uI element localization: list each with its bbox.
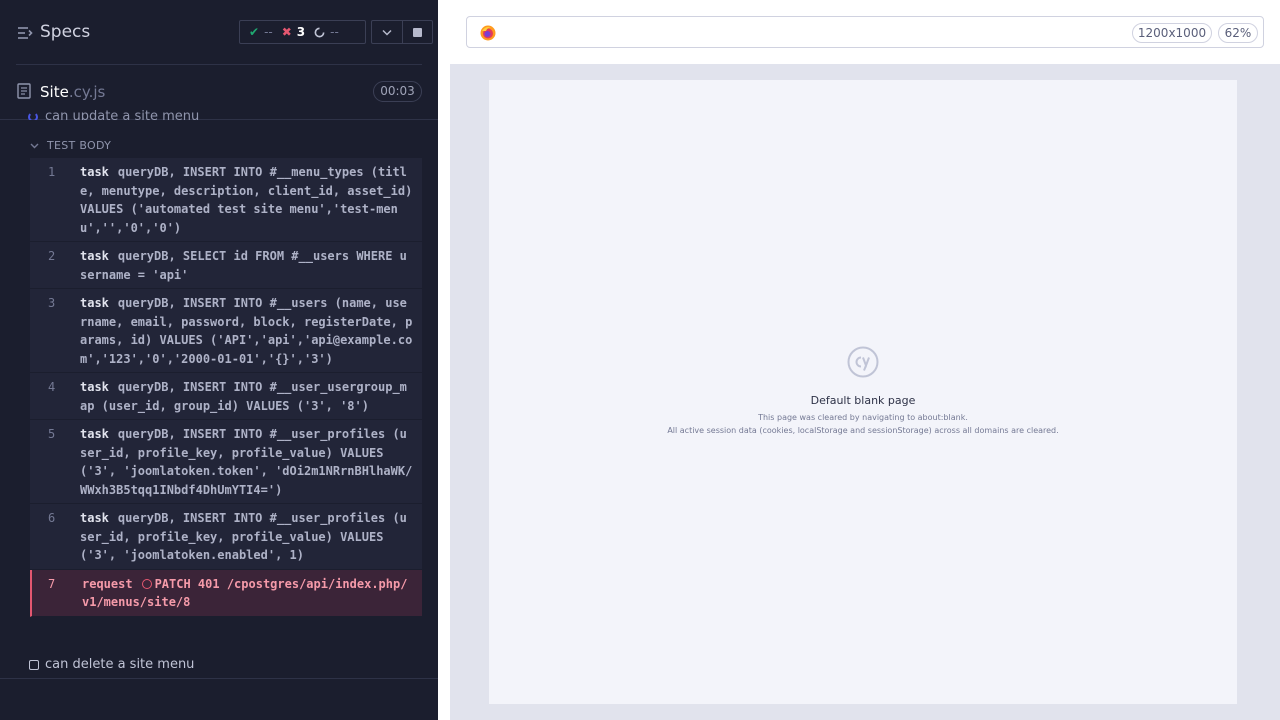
expand-toggle-button[interactable] bbox=[372, 21, 402, 43]
stat-failed: ✖ 3 bbox=[282, 25, 305, 39]
specs-title[interactable]: Specs bbox=[40, 22, 90, 42]
command-row[interactable]: 5 task queryDB, INSERT INTO #__user_profi… bbox=[30, 420, 422, 504]
failed-count: 3 bbox=[296, 25, 306, 39]
running-spinner-icon bbox=[28, 112, 38, 120]
cypress-logo-icon bbox=[847, 346, 879, 378]
zoom-level-badge[interactable]: 62% bbox=[1218, 23, 1258, 43]
command-number: 1 bbox=[48, 165, 56, 179]
command-name: task bbox=[80, 427, 109, 441]
command-row[interactable]: 3 task queryDB, INSERT INTO #__users (nam… bbox=[30, 289, 422, 373]
document-icon bbox=[17, 83, 31, 99]
url-bar[interactable]: 1200x1000 62% bbox=[466, 16, 1264, 48]
run-controls bbox=[371, 20, 433, 44]
command-row[interactable]: 4 task queryDB, INSERT INTO #__user_userg… bbox=[30, 373, 422, 420]
check-icon: ✔ bbox=[249, 25, 260, 39]
command-message: queryDB, INSERT INTO #__menu_types (titl… bbox=[80, 165, 420, 235]
command-row-failed[interactable]: 7 request PATCH 401 /cpostgres/api/index.… bbox=[30, 569, 422, 617]
command-number: 7 bbox=[48, 576, 56, 591]
spinner-icon bbox=[314, 27, 325, 37]
command-name: task bbox=[80, 249, 109, 263]
command-name: task bbox=[80, 165, 109, 179]
command-number: 3 bbox=[48, 296, 56, 310]
divider bbox=[0, 678, 438, 679]
command-message: queryDB, INSERT INTO #__user_usergroup_m… bbox=[80, 380, 407, 413]
command-list: 1 task queryDB, INSERT INTO #__menu_types… bbox=[30, 158, 422, 617]
test-title: can delete a site menu bbox=[45, 657, 195, 672]
spec-base-name: Site bbox=[40, 83, 69, 101]
spec-file-name[interactable]: Site.cy.js bbox=[40, 83, 105, 101]
specs-list-icon[interactable] bbox=[17, 25, 33, 41]
blank-page-description: This page was cleared by navigating to a… bbox=[758, 413, 968, 422]
test-stats: ✔ -- ✖ 3 -- bbox=[239, 20, 366, 44]
command-message: queryDB, INSERT INTO #__user_profiles (u… bbox=[80, 427, 413, 497]
command-row[interactable]: 1 task queryDB, INSERT INTO #__menu_types… bbox=[30, 158, 422, 242]
passed-count: -- bbox=[264, 25, 273, 39]
x-icon: ✖ bbox=[281, 25, 292, 39]
preview-toolbar: 1200x1000 62% bbox=[450, 0, 1280, 64]
command-message: queryDB, INSERT INTO #__users (name, use… bbox=[80, 296, 413, 366]
command-number: 6 bbox=[48, 511, 56, 525]
command-number: 5 bbox=[48, 427, 56, 441]
command-log-panel: Specs ✔ -- ✖ 3 -- Site.cy.js 00:03 can u… bbox=[0, 0, 438, 720]
command-name: task bbox=[80, 296, 109, 310]
command-message: queryDB, INSERT INTO #__user_profiles (u… bbox=[80, 511, 407, 562]
stat-pending: -- bbox=[314, 25, 339, 39]
test-body-section-toggle[interactable]: TEST BODY bbox=[30, 139, 111, 152]
app-preview-panel: 1200x1000 62% Default blank page This pa… bbox=[450, 0, 1280, 720]
reporter-header: Specs ✔ -- ✖ 3 -- bbox=[0, 0, 438, 65]
command-name: request bbox=[82, 576, 133, 591]
pending-count: -- bbox=[330, 25, 339, 39]
section-label: TEST BODY bbox=[47, 139, 112, 152]
spec-extension: .cy.js bbox=[68, 83, 106, 101]
test-status-icon bbox=[29, 659, 39, 670]
firefox-icon[interactable] bbox=[480, 25, 496, 41]
stat-passed: ✔ -- bbox=[249, 25, 273, 39]
spec-duration: 00:03 bbox=[373, 81, 422, 102]
command-row[interactable]: 6 task queryDB, INSERT INTO #__user_profi… bbox=[30, 504, 422, 570]
blank-page-description: All active session data (cookies, localS… bbox=[667, 426, 1059, 435]
blank-page-title: Default blank page bbox=[810, 394, 916, 407]
command-message: queryDB, SELECT id FROM #__users WHERE u… bbox=[80, 249, 407, 282]
chevron-down-icon bbox=[382, 29, 392, 36]
command-name: task bbox=[80, 511, 109, 525]
stop-icon bbox=[412, 27, 422, 37]
aut-iframe: Default blank page This page was cleared… bbox=[489, 80, 1237, 704]
test-item-previous[interactable]: can update a site menu bbox=[28, 110, 199, 120]
viewport-size-badge[interactable]: 1200x1000 bbox=[1132, 23, 1212, 43]
test-title: can update a site menu bbox=[45, 110, 200, 120]
command-number: 2 bbox=[48, 249, 56, 263]
test-item-next[interactable]: can delete a site menu bbox=[29, 657, 194, 672]
panel-resize-handle[interactable] bbox=[438, 0, 450, 720]
chevron-down-icon bbox=[30, 143, 39, 148]
stop-button[interactable] bbox=[401, 21, 432, 43]
failed-status-icon bbox=[141, 578, 152, 589]
command-name: task bbox=[80, 380, 109, 394]
command-row[interactable]: 2 task queryDB, SELECT id FROM #__users W… bbox=[30, 242, 422, 289]
command-number: 4 bbox=[48, 380, 56, 394]
